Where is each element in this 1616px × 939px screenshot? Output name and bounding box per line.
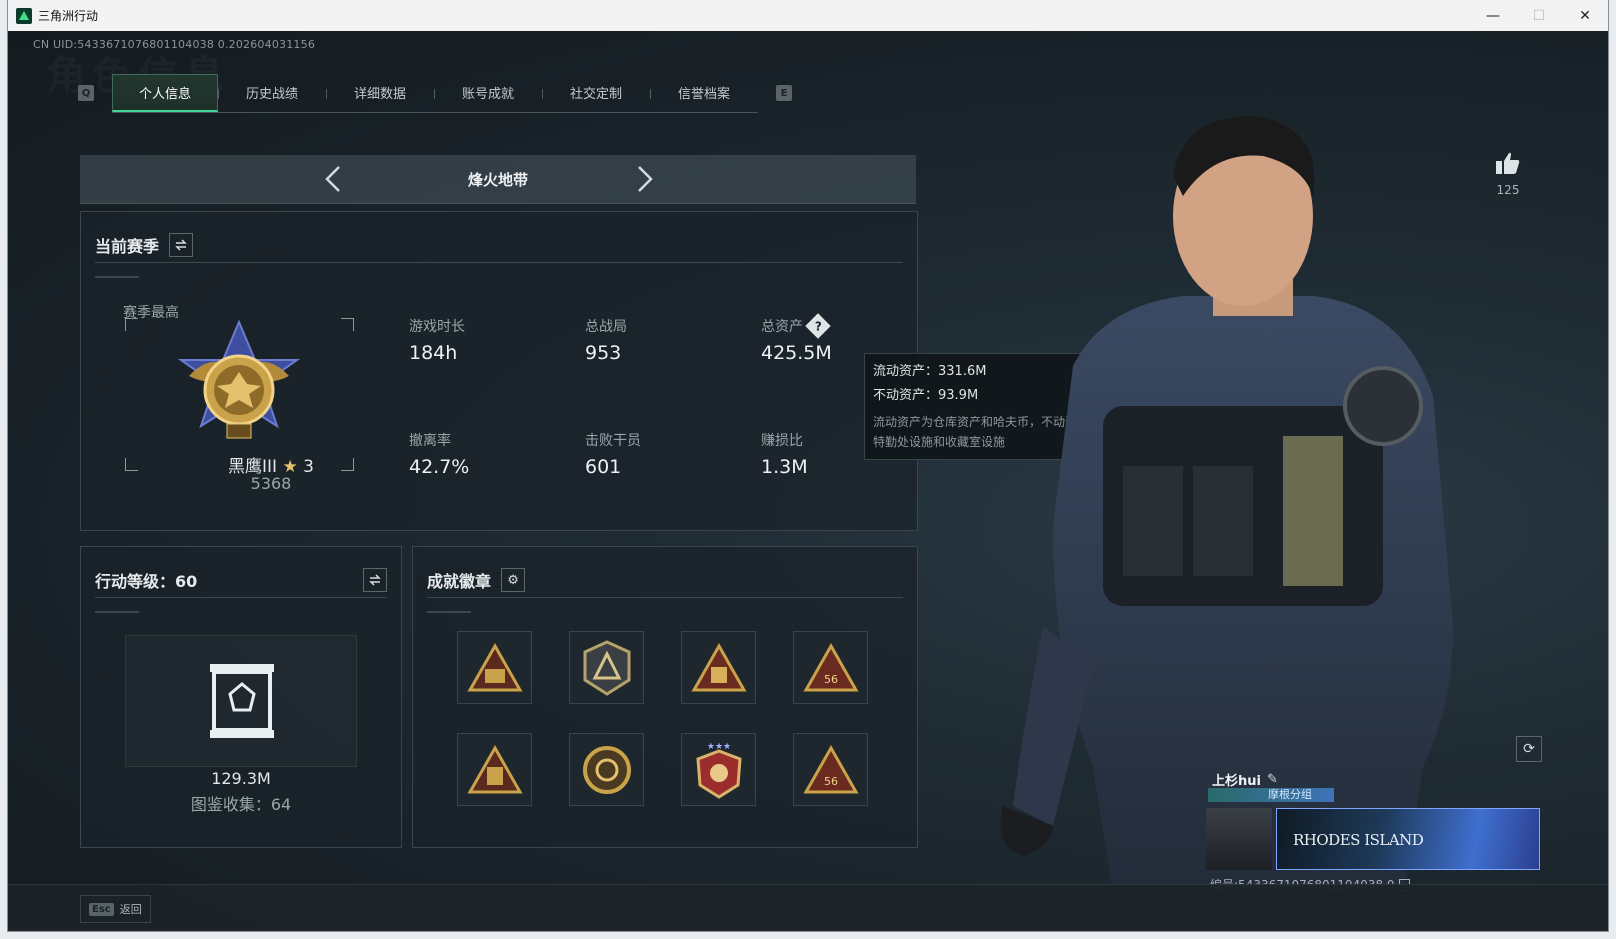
svg-text:★★★: ★★★ (706, 742, 730, 752)
triangle-badge-icon (466, 744, 523, 793)
back-button[interactable]: Esc 返回 (80, 895, 151, 923)
tab-social[interactable]: 社交定制 (542, 74, 650, 112)
level-panel: 行动等级：60 129.3M 图鉴收集：64 (80, 546, 402, 848)
shield-badge-icon (583, 639, 630, 696)
svg-text:56: 56 (824, 673, 838, 686)
achievement-badge[interactable]: ★★★ (681, 733, 756, 806)
chevron-right-icon (638, 166, 653, 192)
close-button[interactable]: ✕ (1562, 0, 1608, 31)
achievement-badge[interactable] (681, 631, 756, 704)
star-shield-badge-icon: ★★★ (695, 742, 742, 799)
round-badge-icon (582, 745, 631, 794)
achievement-badge[interactable] (457, 631, 532, 704)
player-card[interactable]: 上杉hui ✎ 摩根分组 RHODES ISLAND 编号:5433671076… (1206, 768, 1540, 892)
tab-history[interactable]: 历史战绩 (218, 74, 326, 112)
triangle-badge-icon: 56 (802, 744, 859, 793)
like-widget[interactable]: 125 (1488, 151, 1528, 197)
bottom-bar: Esc 返回 (8, 884, 1608, 931)
triangle-badge-icon (690, 642, 747, 691)
achievement-badge[interactable]: 56 (793, 631, 868, 704)
achievement-badge[interactable] (569, 631, 644, 704)
window-title: 三角洲行动 (38, 9, 99, 23)
mode-title: 烽火地带 (467, 171, 528, 189)
display-case-icon (210, 664, 274, 738)
banner-text: RHODES ISLAND (1293, 831, 1424, 849)
season-switch-button[interactable] (169, 233, 194, 257)
badges-panel: 成就徽章 ⚙ 56 ★★★ 56 (412, 546, 918, 848)
divider (95, 611, 139, 613)
level-title: 行动等级：60 (95, 572, 198, 591)
gear-icon: ⚙ (507, 572, 519, 588)
avatar[interactable] (1206, 808, 1272, 870)
stat-extract-rate: 撤离率 42.7% (409, 433, 470, 478)
badges-title: 成就徽章 (427, 572, 492, 591)
svg-text:56: 56 (824, 775, 838, 788)
uid-text: CN UID:5433671076801104038 0.20260403115… (33, 38, 316, 51)
thumbs-up-icon[interactable] (1495, 151, 1521, 175)
player-group: 摩根分组 (1208, 788, 1334, 802)
rank-score: 5368 (250, 474, 292, 493)
app-logo-icon (16, 7, 32, 24)
stat-playtime: 游戏时长 184h (409, 319, 465, 364)
frame-corner (125, 318, 138, 331)
level-switch-button[interactable] (363, 568, 387, 592)
collection-count: 图鉴收集：64 (190, 795, 292, 814)
tab-bar: Q 个人信息 历史战绩 详细数据 账号成就 社交定制 信誉档案 E (78, 73, 792, 113)
tab-achievements[interactable]: 账号成就 (434, 74, 542, 112)
player-name: 上杉hui ✎ (1212, 772, 1278, 789)
tab-detailed-data[interactable]: 详细数据 (326, 74, 434, 112)
triangle-badge-icon: 56 (802, 642, 859, 691)
title-bar: 三角洲行动 — ☐ ✕ (8, 0, 1608, 31)
tab-reputation[interactable]: 信誉档案 (650, 74, 758, 112)
prev-tab-key[interactable]: Q (78, 85, 94, 101)
achievement-badge[interactable] (569, 733, 644, 806)
divider (427, 611, 471, 613)
swap-icon (175, 239, 187, 251)
refresh-button[interactable]: ⟳ (1516, 736, 1542, 762)
refresh-icon: ⟳ (1523, 741, 1535, 757)
achievement-badge[interactable]: 56 (793, 733, 868, 806)
game-view: 角色信息 CN UID:5433671076801104038 0.202604… (8, 31, 1608, 931)
divider (95, 276, 139, 278)
back-label: 返回 (119, 903, 142, 916)
rank-emblem-icon (177, 320, 301, 439)
frame-corner (125, 458, 138, 471)
edit-icon[interactable]: ✎ (1267, 772, 1278, 787)
season-panel: 当前赛季 赛季最高 黑鹰III ★ 3 5368 游戏时长 184h 总战局 9… (80, 211, 918, 531)
help-icon[interactable]: ? (805, 313, 831, 339)
game-window: 三角洲行动 — ☐ ✕ 角色信息 CN UID:5433671076801104… (8, 0, 1608, 931)
swap-icon (369, 574, 381, 586)
badges-settings-button[interactable]: ⚙ (501, 568, 526, 592)
frame-corner (341, 318, 354, 331)
esc-key: Esc (89, 902, 114, 916)
stat-kills: 击败干员 601 (585, 433, 641, 478)
achievement-badge[interactable] (457, 733, 532, 806)
triangle-badge-icon (466, 642, 523, 691)
tab-personal-info[interactable]: 个人信息 (112, 73, 218, 112)
stat-matches: 总战局 953 (585, 319, 627, 364)
collection-value: 129.3M (211, 769, 271, 788)
next-mode-button[interactable] (630, 164, 660, 194)
season-title: 当前赛季 (95, 237, 160, 256)
minimize-button[interactable]: — (1470, 0, 1516, 31)
mode-selector: 烽火地带 (80, 155, 916, 204)
next-tab-key[interactable]: E (776, 85, 792, 101)
collection-frame (125, 635, 357, 767)
like-count: 125 (1496, 183, 1520, 197)
player-banner: RHODES ISLAND (1276, 808, 1540, 870)
maximize-button[interactable]: ☐ (1516, 0, 1562, 31)
